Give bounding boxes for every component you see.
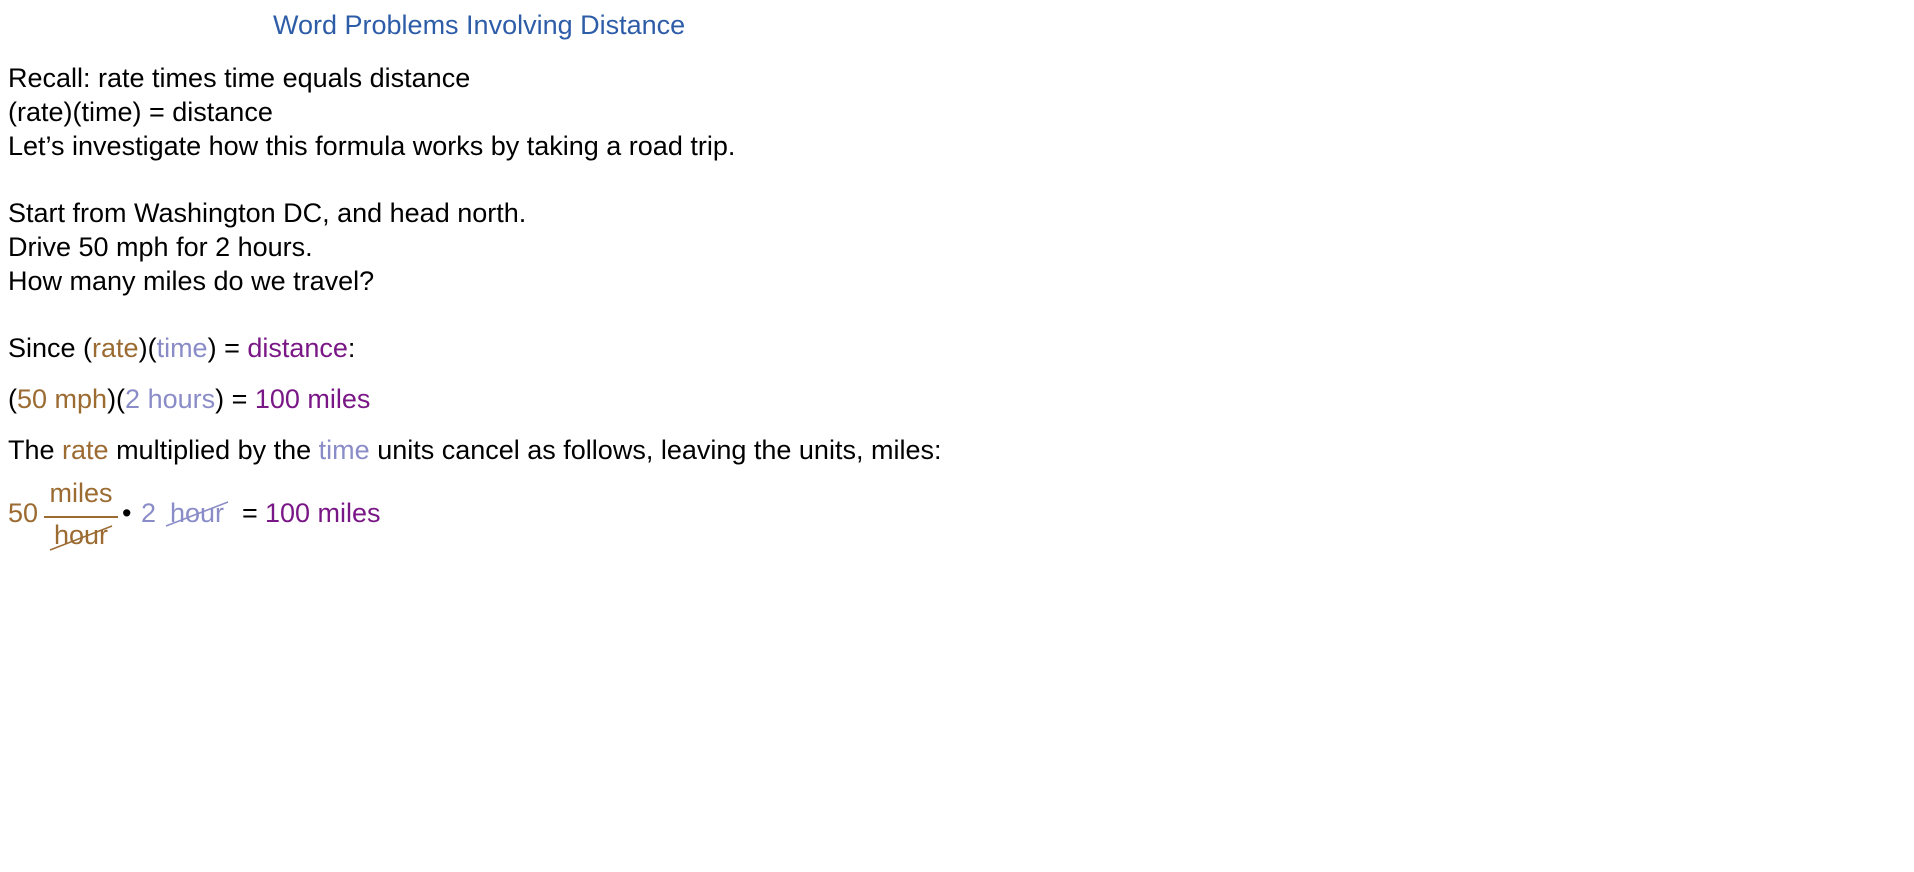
explain-time: time [318,435,370,465]
explain-line: The rate multiplied by the time units ca… [8,434,941,466]
since-distance: distance [247,333,348,363]
since-mid1: )( [138,333,157,363]
since-rate: rate [92,333,139,363]
comp-result: 100 miles [254,384,371,414]
time-unit-strike: hour [165,498,229,529]
page-title: Word Problems Involving Distance [273,10,686,40]
time-value: 2 [141,498,157,528]
fraction-bar [44,516,118,518]
since-suffix: : [347,333,356,363]
explain-rate: rate [62,435,109,465]
time-unit-wrap: hour [165,498,229,529]
fraction-numerator: miles [49,478,113,508]
multiply-dot: • [122,498,132,528]
explain-part1: The [8,435,63,465]
since-line: Since (rate)(time) = distance: [8,332,355,364]
denominator-strike: hour [49,520,113,551]
comp-mid: )( [107,384,126,414]
explain-part2: multiplied by the [108,435,319,465]
problem-question-line: How many miles do we travel? [8,266,375,296]
rate-fraction: miles hour [44,478,118,554]
since-mid2: ) = [207,333,248,363]
investigate-line: Let’s investigate how this formula works… [8,131,736,161]
comp-open: ( [8,384,17,414]
since-time: time [156,333,208,363]
fraction-result: 100 miles [265,498,381,528]
problem-start-line: Start from Washington DC, and head north… [8,198,527,228]
comp-rate: 50 mph [17,384,108,414]
cancel-strike-icon [165,501,229,527]
equals-sign: = [242,498,258,528]
computation-line: (50 mph)(2 hours) = 100 miles [8,383,370,415]
comp-time: 2 hours [125,384,216,414]
recall-line: Recall: rate times time equals distance [8,63,471,93]
fraction-denominator-wrap: hour [44,520,118,551]
comp-close: ) = [215,384,255,414]
formula-line: (rate)(time) = distance [8,97,273,127]
since-prefix: Since ( [8,333,93,363]
explain-part3: units cancel as follows, leaving the uni… [369,435,942,465]
cancel-strike-icon [49,525,113,551]
problem-drive-line: Drive 50 mph for 2 hours. [8,232,313,262]
rate-value: 50 [8,498,39,528]
